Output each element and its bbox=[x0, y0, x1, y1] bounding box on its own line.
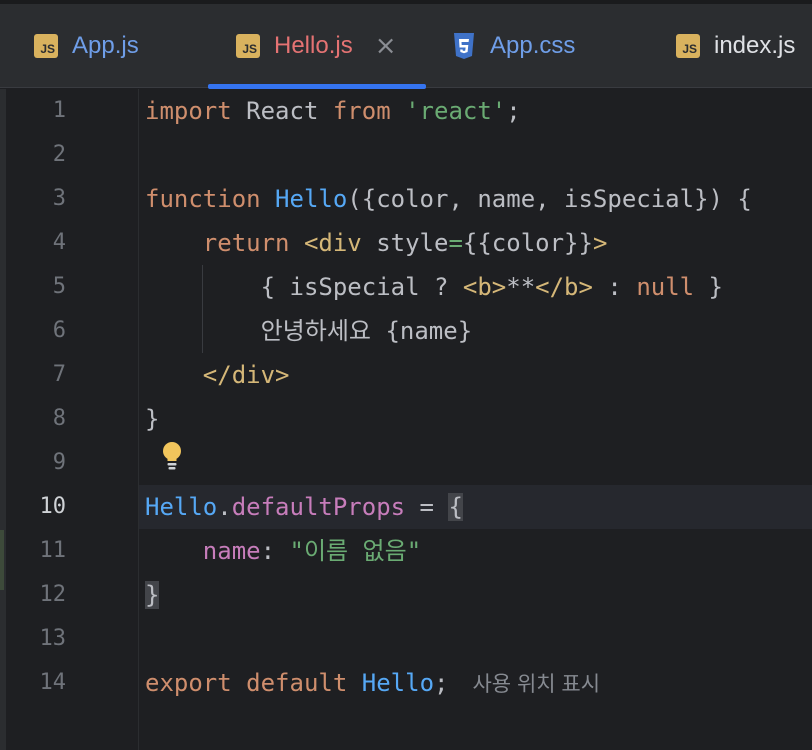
jsx-tag: <div bbox=[303, 229, 362, 257]
function-name: Hello bbox=[275, 185, 348, 213]
keyword: from bbox=[332, 97, 391, 125]
jsx-tag: <b> bbox=[462, 273, 507, 301]
code-line-11[interactable]: name: "이름 없음" bbox=[145, 529, 421, 573]
jsx-tag: > bbox=[592, 229, 608, 257]
code-text: : bbox=[592, 273, 637, 301]
jsx-equals: = bbox=[448, 229, 463, 257]
tab-label: index.js bbox=[714, 32, 796, 59]
code-text: = bbox=[405, 493, 449, 521]
matched-brace: } bbox=[145, 581, 160, 609]
gutter-separator bbox=[138, 89, 139, 750]
keyword: export bbox=[145, 669, 232, 697]
line-number[interactable]: 9 bbox=[0, 441, 66, 485]
line-number[interactable]: 12 bbox=[0, 573, 67, 617]
code-text: {{color}} bbox=[462, 229, 593, 257]
code-line-3[interactable]: function Hello({color, name, isSpecial})… bbox=[145, 177, 752, 221]
show-usages-hint[interactable]: 사용 위치 표시 bbox=[472, 673, 600, 696]
function-name: Hello bbox=[145, 493, 218, 521]
line-number[interactable]: 5 bbox=[0, 265, 66, 309]
line-number[interactable]: 14 bbox=[0, 661, 67, 705]
keyword: default bbox=[246, 669, 348, 697]
keyword: function bbox=[145, 185, 261, 213]
keyword: import bbox=[145, 97, 232, 125]
vcs-change-marker[interactable] bbox=[0, 530, 4, 590]
keyword: null bbox=[636, 273, 695, 301]
js-file-icon: JS bbox=[676, 34, 700, 58]
code-text: } bbox=[694, 273, 724, 301]
code-line-1[interactable]: import React from 'react'; bbox=[145, 89, 521, 133]
tab-label: App.css bbox=[490, 32, 576, 59]
line-number[interactable]: 1 bbox=[0, 89, 66, 133]
code-line-6[interactable]: 안녕하세요 {name} bbox=[145, 309, 473, 353]
code-text: : bbox=[260, 537, 290, 565]
code-text: React bbox=[231, 97, 333, 125]
tab-index-js[interactable]: JS index.js bbox=[676, 4, 795, 88]
code-line-14[interactable]: export default Hello; 사용 위치 표시 bbox=[145, 661, 600, 705]
tab-app-css[interactable]: App.css bbox=[452, 4, 575, 88]
keyword: return bbox=[202, 229, 290, 257]
line-number-gutter: 1 2 3 4 5 6 7 8 9 10 11 12 13 14 bbox=[0, 89, 138, 750]
code-text: ; bbox=[434, 669, 449, 697]
close-icon[interactable]: × bbox=[375, 31, 397, 61]
tab-app-js[interactable]: JS App.js bbox=[34, 4, 139, 88]
code-text: . bbox=[217, 493, 232, 521]
line-number[interactable]: 4 bbox=[0, 221, 66, 265]
matched-brace: { bbox=[448, 493, 463, 521]
jsx-tag: </b> bbox=[535, 273, 593, 301]
code-text: } bbox=[145, 405, 160, 433]
code-line-5[interactable]: { isSpecial ? <b>**</b> : null } bbox=[145, 265, 723, 309]
code-text: ; bbox=[506, 97, 521, 125]
tab-hello-js[interactable]: JS Hello.js × bbox=[236, 4, 397, 88]
line-number[interactable]: 8 bbox=[0, 397, 66, 441]
string-literal: 'react' bbox=[405, 97, 507, 125]
code-line-4[interactable]: return <div style={{color}}> bbox=[145, 221, 608, 265]
css-file-icon bbox=[454, 33, 474, 59]
string-literal: "이름 없음" bbox=[289, 537, 422, 565]
line-number[interactable]: 11 bbox=[0, 529, 67, 573]
line-number[interactable]: 13 bbox=[0, 617, 67, 661]
code-text: 안녕하세요 {name} bbox=[260, 317, 473, 345]
line-number-current[interactable]: 10 bbox=[0, 485, 67, 529]
tab-label: Hello.js bbox=[274, 32, 353, 59]
code-text: ({color, name, isSpecial}) { bbox=[347, 185, 752, 213]
function-name: Hello bbox=[361, 669, 435, 697]
code-editor: JS App.js JS Hello.js × App.css JS index… bbox=[0, 0, 812, 750]
tab-label: App.js bbox=[72, 32, 139, 59]
code-text: ** bbox=[506, 273, 536, 301]
code-line-7[interactable]: </div> bbox=[145, 353, 290, 397]
line-number[interactable]: 2 bbox=[0, 133, 66, 177]
property-name: name bbox=[202, 537, 261, 565]
code-line-10[interactable]: Hello.defaultProps = { bbox=[145, 485, 463, 529]
lightbulb-icon[interactable] bbox=[160, 440, 184, 472]
property-name: defaultProps bbox=[231, 493, 406, 521]
line-number[interactable]: 6 bbox=[0, 309, 66, 353]
code-line-12[interactable]: } bbox=[145, 573, 160, 617]
code-text: { isSpecial ? bbox=[260, 273, 463, 301]
line-number[interactable]: 3 bbox=[0, 177, 66, 221]
line-number[interactable]: 7 bbox=[0, 353, 66, 397]
js-file-icon: JS bbox=[236, 34, 260, 58]
jsx-tag: </div> bbox=[202, 361, 290, 389]
editor-tab-bar: JS App.js JS Hello.js × App.css JS index… bbox=[0, 0, 812, 89]
js-file-icon: JS bbox=[34, 34, 58, 58]
code-line-8[interactable]: } bbox=[145, 397, 159, 441]
jsx-attr: style bbox=[361, 229, 449, 257]
